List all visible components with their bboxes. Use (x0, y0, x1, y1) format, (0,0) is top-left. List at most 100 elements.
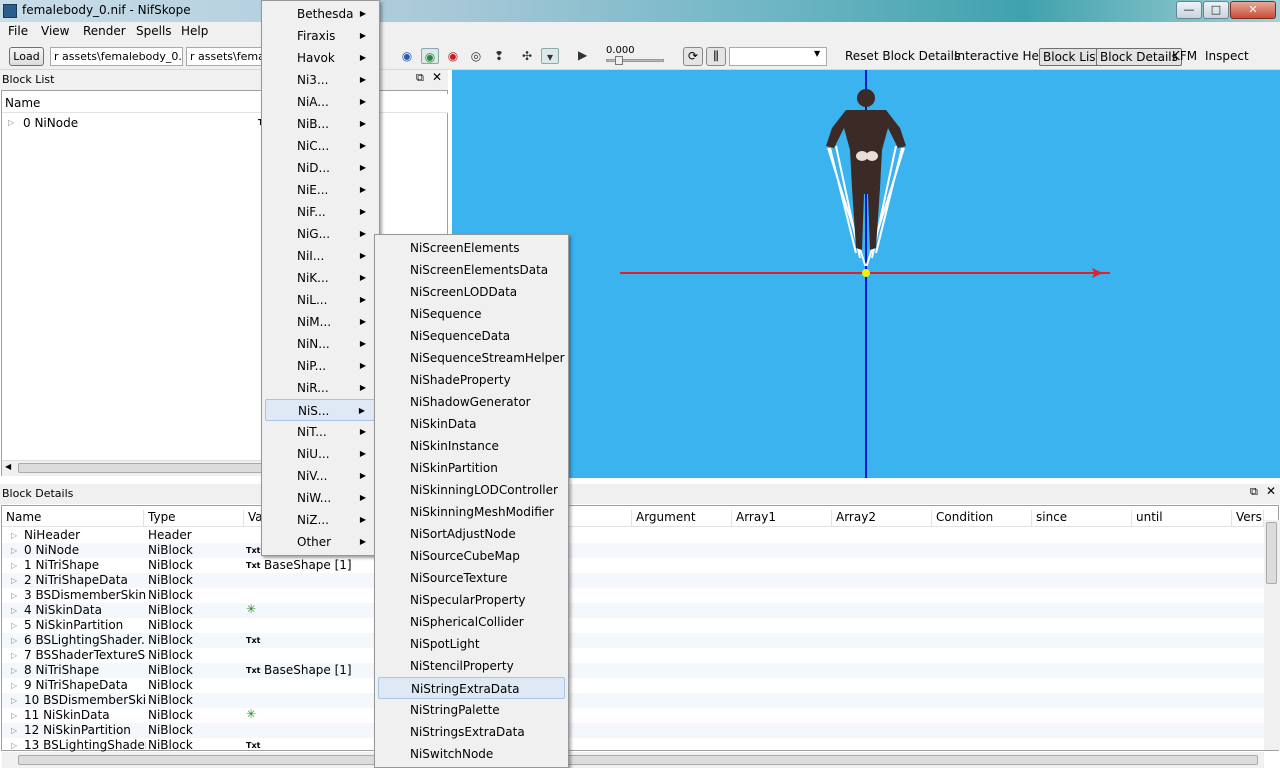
scroll-left-icon[interactable]: ◀ (5, 462, 11, 471)
maximize-button[interactable]: □ (1203, 1, 1229, 19)
expand-icon[interactable]: ▷ (11, 543, 17, 558)
column-name[interactable]: Name (5, 96, 40, 110)
menu-item[interactable]: NiE... ▶ (265, 179, 376, 201)
column-array2[interactable]: Array2 (832, 510, 932, 526)
interactive-help-button[interactable]: Interactive Help (951, 48, 1053, 64)
scrollbar-thumb[interactable] (1266, 522, 1277, 584)
eye-red-icon[interactable]: ◉ (444, 48, 462, 64)
footprints-icon[interactable]: ❢ (490, 48, 508, 64)
column-name[interactable]: Name (2, 510, 144, 526)
submenu-item[interactable]: NiSortAdjustNode (378, 523, 565, 545)
submenu-item[interactable]: NiSkinData (378, 413, 565, 435)
menu-render[interactable]: Render (83, 24, 126, 38)
submenu-item[interactable]: NiStringPalette (378, 699, 565, 721)
submenu-item[interactable]: NiSpotLight (378, 633, 565, 655)
menu-item[interactable]: NiK... ▶ (265, 267, 376, 289)
table-row[interactable]: ▷ 10 BSDismemberSki... NiBlock (2, 693, 1264, 708)
column-condition[interactable]: Condition (932, 510, 1032, 526)
expand-icon[interactable]: ▷ (11, 528, 17, 543)
menu-item[interactable]: NiR... ▶ (265, 377, 376, 399)
menu-item[interactable]: Bethesda ▶ (265, 3, 376, 25)
reset-block-details-button[interactable]: Reset Block Details (842, 48, 963, 64)
animation-select[interactable] (729, 47, 827, 66)
table-row[interactable]: ▷ 4 NiSkinData NiBlock ✳ (2, 602, 1264, 618)
menu-view[interactable]: View (41, 24, 69, 38)
column-type[interactable]: Type (144, 510, 244, 526)
menu-item[interactable]: NiN... ▶ (265, 333, 376, 355)
eye-blue-icon[interactable]: ◉ (398, 48, 416, 64)
loop-icon[interactable]: ⟳ (683, 47, 703, 66)
minimize-button[interactable]: — (1176, 1, 1202, 19)
submenu-item[interactable]: NiShadowGenerator (378, 391, 565, 413)
column-until[interactable]: until (1132, 510, 1232, 526)
submenu-item[interactable]: NiScreenElements (378, 237, 565, 259)
submenu-item[interactable]: NiSourceCubeMap (378, 545, 565, 567)
table-row[interactable]: ▷ 7 BSShaderTextureSet NiBlock (2, 648, 1264, 663)
load-path-field[interactable]: r assets\femalebody_0.nif (50, 47, 183, 66)
column-since[interactable]: since (1032, 510, 1132, 526)
table-row[interactable]: ▷ 5 NiSkinPartition NiBlock (2, 618, 1264, 633)
close-icon[interactable]: ✕ (432, 70, 442, 84)
move-icon[interactable]: ✣ (518, 48, 536, 64)
table-row[interactable]: ▷ 12 NiSkinPartition NiBlock (2, 723, 1264, 738)
time-slider-thumb[interactable] (615, 56, 623, 65)
load-button[interactable]: Load (9, 47, 44, 66)
table-row[interactable]: ▷ NiHeader Header (2, 528, 1264, 543)
save-path-field[interactable]: r assets\fema (186, 47, 264, 66)
expand-icon[interactable]: ▷ (11, 663, 17, 678)
table-row[interactable]: ▷ 1 NiTriShape NiBlock Txt BaseShape [1] (2, 558, 1264, 573)
menu-item[interactable]: Firaxis ▶ (265, 25, 376, 47)
table-row[interactable]: ▷ 0 NiNode NiBlock Txt (2, 543, 1264, 558)
menu-item[interactable]: NiZ... ▶ (265, 509, 376, 531)
submenu-item[interactable]: NiSkinInstance (378, 435, 565, 457)
tree-row[interactable]: 0 NiNode (23, 116, 78, 130)
menu-item[interactable]: NiP... ▶ (265, 355, 376, 377)
expand-icon[interactable]: ▷ (11, 618, 17, 633)
submenu-item[interactable]: NiSequenceStreamHelper (378, 347, 565, 369)
submenu-item[interactable]: NiSphericalCollider (378, 611, 565, 633)
submenu-item[interactable]: NiStencilProperty (378, 655, 565, 677)
menu-item[interactable]: NiS... ▶ (265, 399, 376, 421)
menu-help[interactable]: Help (181, 24, 208, 38)
menu-item[interactable]: NiD... ▶ (265, 157, 376, 179)
column-argument[interactable]: Argument (632, 510, 732, 526)
table-row[interactable]: ▷ 13 BSLightingShader...NiBlock Txt (2, 738, 1264, 753)
table-row[interactable]: ▷ 2 NiTriShapeData NiBlock (2, 573, 1264, 588)
menu-item[interactable]: NiF... ▶ (265, 201, 376, 223)
scrollbar-thumb[interactable] (18, 755, 1258, 765)
menu-spells[interactable]: Spells (136, 24, 172, 38)
submenu-item[interactable]: NiShadeProperty (378, 369, 565, 391)
float-icon[interactable]: ⧉ (416, 71, 424, 85)
menu-item[interactable]: NiI... ▶ (265, 245, 376, 267)
table-row[interactable]: ▷ 8 NiTriShape NiBlock Txt BaseShape [1] (2, 663, 1264, 678)
submenu-item[interactable]: NiSkinningLODController (378, 479, 565, 501)
menu-item[interactable]: NiA... ▶ (265, 91, 376, 113)
submenu-item[interactable]: NiScreenElementsData (378, 259, 565, 281)
submenu-item[interactable]: NiSkinningMeshModifier (378, 501, 565, 523)
menu-item[interactable]: NiL... ▶ (265, 289, 376, 311)
menu-item[interactable]: Other ▶ (265, 531, 376, 553)
menu-item[interactable]: NiM... ▶ (265, 311, 376, 333)
table-row[interactable]: ▷ 11 NiSkinData NiBlock ✳ (2, 707, 1264, 723)
submenu-item[interactable]: NiStringsExtraData (378, 721, 565, 743)
submenu-item[interactable]: NiSpecularProperty (378, 589, 565, 611)
play-icon[interactable]: ▶ (578, 48, 592, 64)
expand-icon[interactable]: ▷ (11, 633, 17, 648)
table-row[interactable]: ▷ 3 BSDismemberSkinI...NiBlock (2, 588, 1264, 603)
menu-item[interactable]: NiT... ▶ (265, 421, 376, 443)
view-dropdown-icon[interactable]: ▾ (541, 48, 559, 64)
close-window-button[interactable]: ✕ (1230, 1, 1276, 19)
table-row[interactable]: ▷ 9 NiTriShapeData NiBlock (2, 678, 1264, 693)
expand-icon[interactable]: ▷ (11, 558, 17, 573)
menu-file[interactable]: File (8, 24, 28, 38)
submenu-item[interactable]: NiSwitchNode (378, 743, 565, 765)
submenu-item[interactable]: NiSourceTexture (378, 567, 565, 589)
menu-item[interactable]: NiC... ▶ (265, 135, 376, 157)
expand-icon[interactable]: ▷ (11, 648, 17, 663)
menu-item[interactable]: Ni3... ▶ (265, 69, 376, 91)
expand-icon[interactable]: ▷ (11, 738, 17, 753)
menu-item[interactable]: NiV... ▶ (265, 465, 376, 487)
menu-item[interactable]: NiU... ▶ (265, 443, 376, 465)
submenu-item[interactable]: NiSequence (378, 303, 565, 325)
expand-icon[interactable]: ▷ (8, 118, 14, 127)
